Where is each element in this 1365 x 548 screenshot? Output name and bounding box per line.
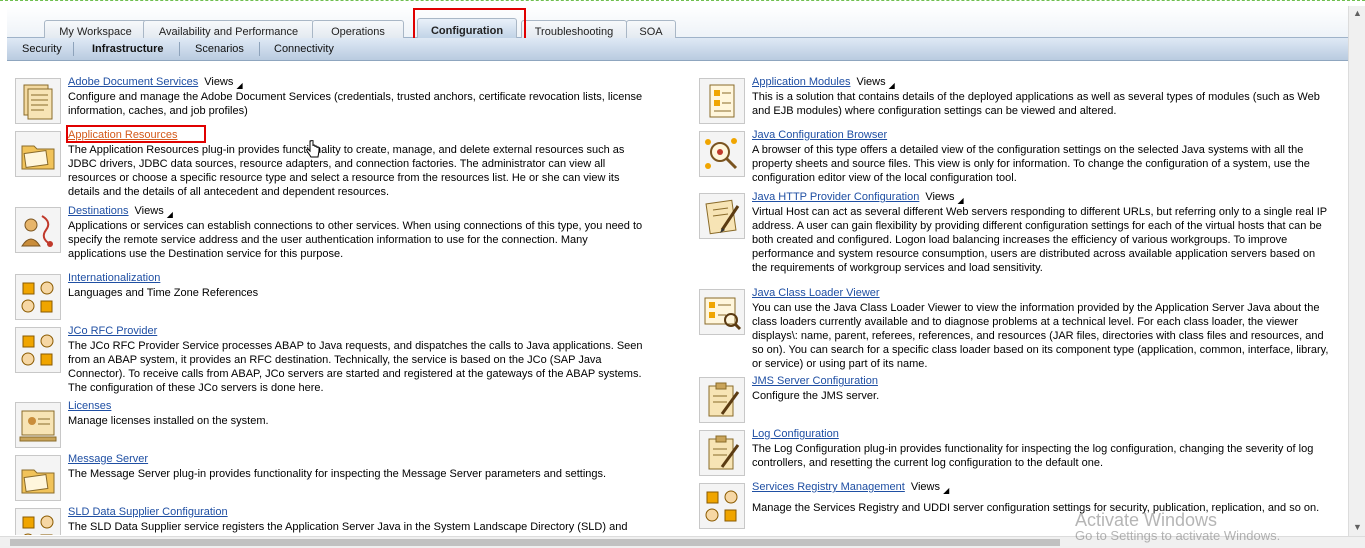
windows-activation-watermark: Activate Windows Go to Settings to activ… (1075, 510, 1281, 543)
sld-data-supplier-configuration-link[interactable]: SLD Data Supplier Configuration (68, 506, 228, 518)
item-description: The SLD Data Supplier service registers … (68, 521, 628, 533)
views-dropdown[interactable]: Views ◢ (911, 481, 949, 495)
licenses-link[interactable]: Licenses (68, 400, 111, 412)
java-configuration-browser-link[interactable]: Java Configuration Browser (752, 129, 887, 141)
list-item-java-class-loader-viewer: Java Class Loader Viewer You can use the… (699, 287, 1339, 377)
jms-server-configuration-link[interactable]: JMS Server Configuration (752, 375, 878, 387)
internationalization-link[interactable]: Internationalization (68, 272, 160, 284)
log-configuration-link[interactable]: Log Configuration (752, 428, 839, 440)
item-description: The Application Resources plug-in provid… (68, 144, 625, 198)
destination-user-icon (15, 207, 61, 253)
list-item-message-server: Message Server The Message Server plug-i… (15, 453, 675, 503)
top-tab-bar: My Workspace Availability and Performanc… (7, 6, 1348, 42)
application-modules-link[interactable]: Application Modules (752, 76, 850, 88)
hand-cursor-icon (305, 139, 321, 163)
module-document-icon (699, 78, 745, 124)
item-description: Applications or services can establish c… (68, 220, 643, 260)
clipboard-edit-icon (699, 430, 745, 476)
list-item-sld-data-supplier-configuration: SLD Data Supplier Configuration The SLD … (15, 506, 675, 535)
item-description: The Log Configuration plug-in provides f… (752, 443, 1314, 469)
list-item-java-http-provider-configuration: Java HTTP Provider Configuration Views ◢ … (699, 191, 1339, 281)
item-description: The JCo RFC Provider Service processes A… (68, 340, 643, 394)
views-dropdown[interactable]: Views ◢ (925, 191, 963, 205)
subnav-divider (179, 42, 180, 56)
service-blocks-icon (15, 508, 61, 535)
scroll-down-icon[interactable]: ▼ (1353, 522, 1362, 532)
list-item-jms-server-configuration: JMS Server Configuration Configure the J… (699, 375, 1339, 425)
subtab-security[interactable]: Security (22, 38, 62, 60)
service-blocks-icon (15, 274, 61, 320)
horizontal-scroll-thumb[interactable] (10, 539, 1060, 546)
adobe-document-services-link[interactable]: Adobe Document Services (68, 76, 198, 88)
document-stack-icon (15, 78, 61, 124)
java-http-provider-configuration-link[interactable]: Java HTTP Provider Configuration (752, 191, 919, 203)
item-description: Languages and Time Zone References (68, 287, 259, 299)
list-item-destinations: Destinations Views ◢ Applications or serv… (15, 205, 675, 265)
item-description: Configure the JMS server. (752, 390, 880, 402)
destinations-link[interactable]: Destinations (68, 205, 129, 217)
configuration-tab-highlight (413, 8, 526, 40)
subtab-infrastructure[interactable]: Infrastructure (92, 38, 164, 60)
clipboard-edit-icon (699, 377, 745, 423)
list-item-licenses: Licenses Manage licenses installed on th… (15, 400, 675, 450)
list-item-application-modules: Application Modules Views ◢ This is a sol… (699, 76, 1339, 126)
folder-icon (15, 455, 61, 501)
subtab-scenarios[interactable]: Scenarios (195, 38, 244, 60)
subtab-connectivity[interactable]: Connectivity (274, 38, 334, 60)
service-blocks-icon (699, 483, 745, 529)
views-dropdown[interactable]: Views ◢ (204, 76, 242, 90)
folder-icon (15, 131, 61, 177)
jco-rfc-provider-link[interactable]: JCo RFC Provider (68, 325, 157, 337)
class-loader-viewer-icon (699, 289, 745, 335)
sub-navigation: Security Infrastructure Scenarios Connec… (7, 38, 1348, 61)
application-resources-highlight (66, 125, 206, 143)
main-content: Adobe Document Services Views ◢ Configure… (7, 61, 1348, 535)
list-item-internationalization: Internationalization Languages and Time … (15, 272, 675, 322)
config-edit-icon (699, 193, 745, 239)
subnav-divider (73, 42, 74, 56)
item-description: Configure and manage the Adobe Document … (68, 91, 643, 117)
message-server-link[interactable]: Message Server (68, 453, 148, 465)
item-description: You can use the Java Class Loader Viewer… (752, 302, 1329, 370)
list-item-adobe-document-services: Adobe Document Services Views ◢ Configure… (15, 76, 675, 126)
list-item-java-configuration-browser: Java Configuration Browser A browser of … (699, 129, 1339, 189)
item-description: A browser of this type offers a detailed… (752, 144, 1310, 184)
scroll-up-icon[interactable]: ▲ (1353, 8, 1362, 18)
list-item-jco-rfc-provider: JCo RFC Provider The JCo RFC Provider Se… (15, 325, 675, 395)
list-item-log-configuration: Log Configuration The Log Configuration … (699, 428, 1339, 478)
views-dropdown[interactable]: Views ◢ (135, 205, 173, 219)
network-search-icon (699, 131, 745, 177)
item-description: Virtual Host can act as several differen… (752, 206, 1328, 274)
views-dropdown[interactable]: Views ◢ (856, 76, 894, 90)
service-blocks-icon (15, 327, 61, 373)
item-description: The Message Server plug-in provides func… (68, 468, 607, 480)
item-description: Manage licenses installed on the system. (68, 415, 269, 427)
subnav-divider (259, 42, 260, 56)
license-monitor-icon (15, 402, 61, 448)
vertical-scrollbar[interactable]: ▲ ▼ (1348, 6, 1365, 536)
java-class-loader-viewer-link[interactable]: Java Class Loader Viewer (752, 287, 880, 299)
item-description: This is a solution that contains details… (752, 91, 1320, 117)
services-registry-management-link[interactable]: Services Registry Management (752, 481, 905, 493)
